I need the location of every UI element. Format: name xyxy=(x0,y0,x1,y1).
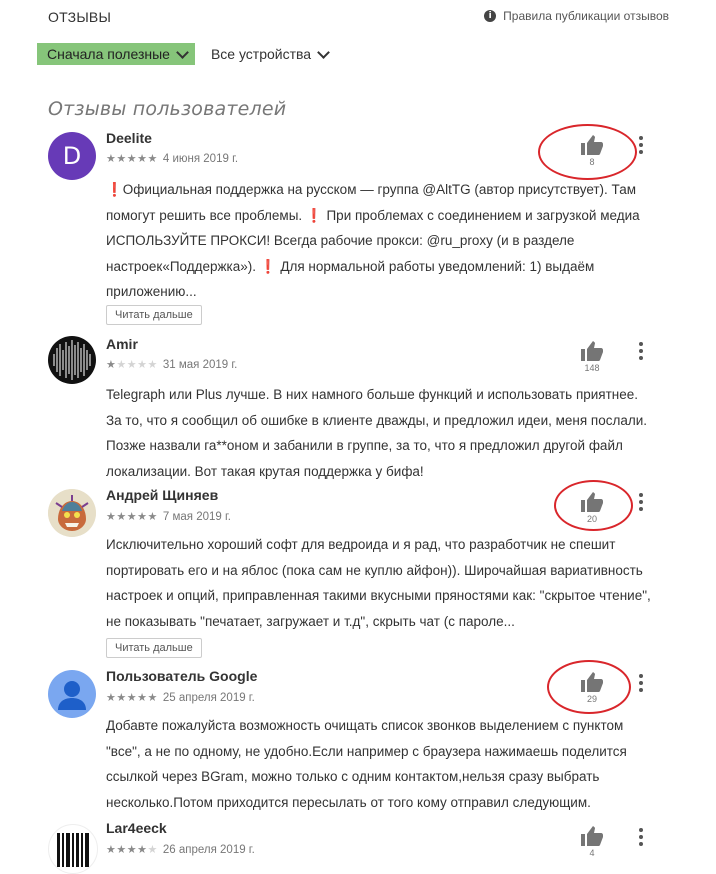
review-meta: ★ ★ ★ ★ ★ 25 апреля 2019 г. xyxy=(106,692,255,705)
helpful-button[interactable]: 4 xyxy=(576,825,608,858)
review-item: Amir ★ ★ ★ ★ ★ 31 мая 2019 г. Telegraph или … xyxy=(48,336,670,481)
illustration-avatar-icon xyxy=(48,489,96,537)
helpful-count: 29 xyxy=(586,694,597,704)
avatar[interactable] xyxy=(48,489,96,537)
devices-dropdown-label: Все устройства xyxy=(210,46,312,62)
review-text: Telegraph или Plus лучше. В них намного … xyxy=(106,387,648,479)
star-filled-icon: ★ xyxy=(137,152,147,165)
publication-rules-label: Правила публикации отзывов xyxy=(503,9,669,23)
star-empty-icon: ★ xyxy=(116,358,126,371)
star-empty-icon: ★ xyxy=(126,358,137,371)
review-item: Андрей Щиняев ★ ★ ★ ★ ★ 7 мая 2019 г. Исключ… xyxy=(48,480,670,662)
helpful-count: 4 xyxy=(589,848,595,858)
info-icon: i xyxy=(484,10,497,22)
section-title: Отзывы пользователей xyxy=(48,98,287,120)
review-item: Lar4eeck ★ ★ ★ ★ ★ 26 апреля 2019 г. 4 xyxy=(48,820,670,874)
star-filled-icon: ★ xyxy=(116,843,126,856)
sound-wave-avatar-icon xyxy=(53,340,91,380)
thumbs-up-icon xyxy=(581,672,603,692)
person-icon xyxy=(58,681,86,710)
star-rating: ★ ★ ★ ★ ★ xyxy=(106,359,157,371)
star-filled-icon: ★ xyxy=(137,691,147,704)
review-date: 7 мая 2019 г. xyxy=(162,511,231,523)
avatar[interactable] xyxy=(48,670,96,718)
thumbs-up-icon xyxy=(581,492,603,512)
star-rating: ★ ★ ★ ★ ★ xyxy=(106,511,157,523)
star-filled-icon: ★ xyxy=(137,510,147,523)
review-author: Пользователь Google xyxy=(106,668,258,684)
helpful-button[interactable]: 148 xyxy=(576,340,608,373)
star-filled-icon: ★ xyxy=(147,152,158,165)
reviews-header-title: ОТЗЫВЫ xyxy=(48,9,112,25)
star-filled-icon: ★ xyxy=(106,843,116,856)
review-text: ❗Официальная поддержка на русском — груп… xyxy=(106,182,640,299)
helpful-button[interactable]: 29 xyxy=(576,671,608,704)
helpful-button[interactable]: 20 xyxy=(576,491,608,524)
review-meta: ★ ★ ★ ★ ★ 4 июня 2019 г. xyxy=(106,153,239,166)
review-author: Андрей Щиняев xyxy=(106,487,219,503)
avatar[interactable] xyxy=(48,336,96,384)
devices-dropdown[interactable]: Все устройства xyxy=(205,43,334,65)
thumbs-up-icon xyxy=(581,826,603,846)
star-filled-icon: ★ xyxy=(126,152,137,165)
star-filled-icon: ★ xyxy=(147,691,158,704)
star-rating: ★ ★ ★ ★ ★ xyxy=(106,153,157,165)
review-item: Пользователь Google ★ ★ ★ ★ ★ 25 апреля 2019… xyxy=(48,660,670,813)
more-options-icon[interactable] xyxy=(636,674,646,692)
star-filled-icon: ★ xyxy=(126,691,137,704)
star-empty-icon: ★ xyxy=(137,358,147,371)
star-rating: ★ ★ ★ ★ ★ xyxy=(106,844,157,856)
star-filled-icon: ★ xyxy=(106,358,116,371)
filter-bar: Сначала полезные Все устройства xyxy=(37,43,334,65)
helpful-count: 148 xyxy=(584,363,600,373)
thumbs-up-icon xyxy=(581,341,603,361)
sort-dropdown-label: Сначала полезные xyxy=(47,46,170,62)
review-meta: ★ ★ ★ ★ ★ 26 апреля 2019 г. xyxy=(106,844,255,857)
review-author: Lar4eeck xyxy=(106,820,167,836)
review-meta: ★ ★ ★ ★ ★ 31 мая 2019 г. xyxy=(106,359,238,372)
review-author: Deelite xyxy=(106,130,152,146)
star-filled-icon: ★ xyxy=(126,843,137,856)
star-filled-icon: ★ xyxy=(126,510,137,523)
star-filled-icon: ★ xyxy=(106,152,116,165)
review-text: Добавте пожалуйста возможность очищать с… xyxy=(106,718,627,810)
star-empty-icon: ★ xyxy=(147,358,158,371)
star-filled-icon: ★ xyxy=(147,510,158,523)
chevron-down-icon xyxy=(176,45,189,59)
review-item: D Deelite ★ ★ ★ ★ ★ 4 июня 2019 г. ❗Официаль… xyxy=(48,124,670,330)
star-filled-icon: ★ xyxy=(116,691,126,704)
more-options-icon[interactable] xyxy=(636,136,646,154)
star-filled-icon: ★ xyxy=(106,691,116,704)
star-empty-icon: ★ xyxy=(147,843,158,856)
barcode-avatar-icon xyxy=(57,833,89,867)
more-options-icon[interactable] xyxy=(636,828,646,846)
publication-rules-link[interactable]: i Правила публикации отзывов xyxy=(484,9,669,23)
review-date: 25 апреля 2019 г. xyxy=(162,692,255,704)
review-meta: ★ ★ ★ ★ ★ 7 мая 2019 г. xyxy=(106,511,231,524)
review-date: 4 июня 2019 г. xyxy=(162,153,239,165)
helpful-button[interactable]: 8 xyxy=(576,134,608,167)
review-author: Amir xyxy=(106,336,138,352)
review-text: Исключительно хороший софт для ведроида … xyxy=(106,537,651,629)
helpful-count: 8 xyxy=(589,157,595,167)
star-rating: ★ ★ ★ ★ ★ xyxy=(106,692,157,704)
star-filled-icon: ★ xyxy=(116,152,126,165)
avatar-letter: D xyxy=(62,142,82,170)
chevron-down-icon xyxy=(317,45,330,59)
read-more-button[interactable]: Читать дальше xyxy=(106,638,202,658)
thumbs-up-icon xyxy=(581,135,603,155)
sort-dropdown[interactable]: Сначала полезные xyxy=(37,43,195,65)
avatar[interactable] xyxy=(48,824,98,874)
more-options-icon[interactable] xyxy=(636,493,646,511)
star-filled-icon: ★ xyxy=(106,510,116,523)
review-date: 26 апреля 2019 г. xyxy=(162,844,255,856)
read-more-button[interactable]: Читать дальше xyxy=(106,305,202,325)
star-filled-icon: ★ xyxy=(137,843,147,856)
helpful-count: 20 xyxy=(586,514,597,524)
star-filled-icon: ★ xyxy=(116,510,126,523)
avatar[interactable]: D xyxy=(48,132,96,180)
review-date: 31 мая 2019 г. xyxy=(162,359,238,371)
more-options-icon[interactable] xyxy=(636,342,646,360)
